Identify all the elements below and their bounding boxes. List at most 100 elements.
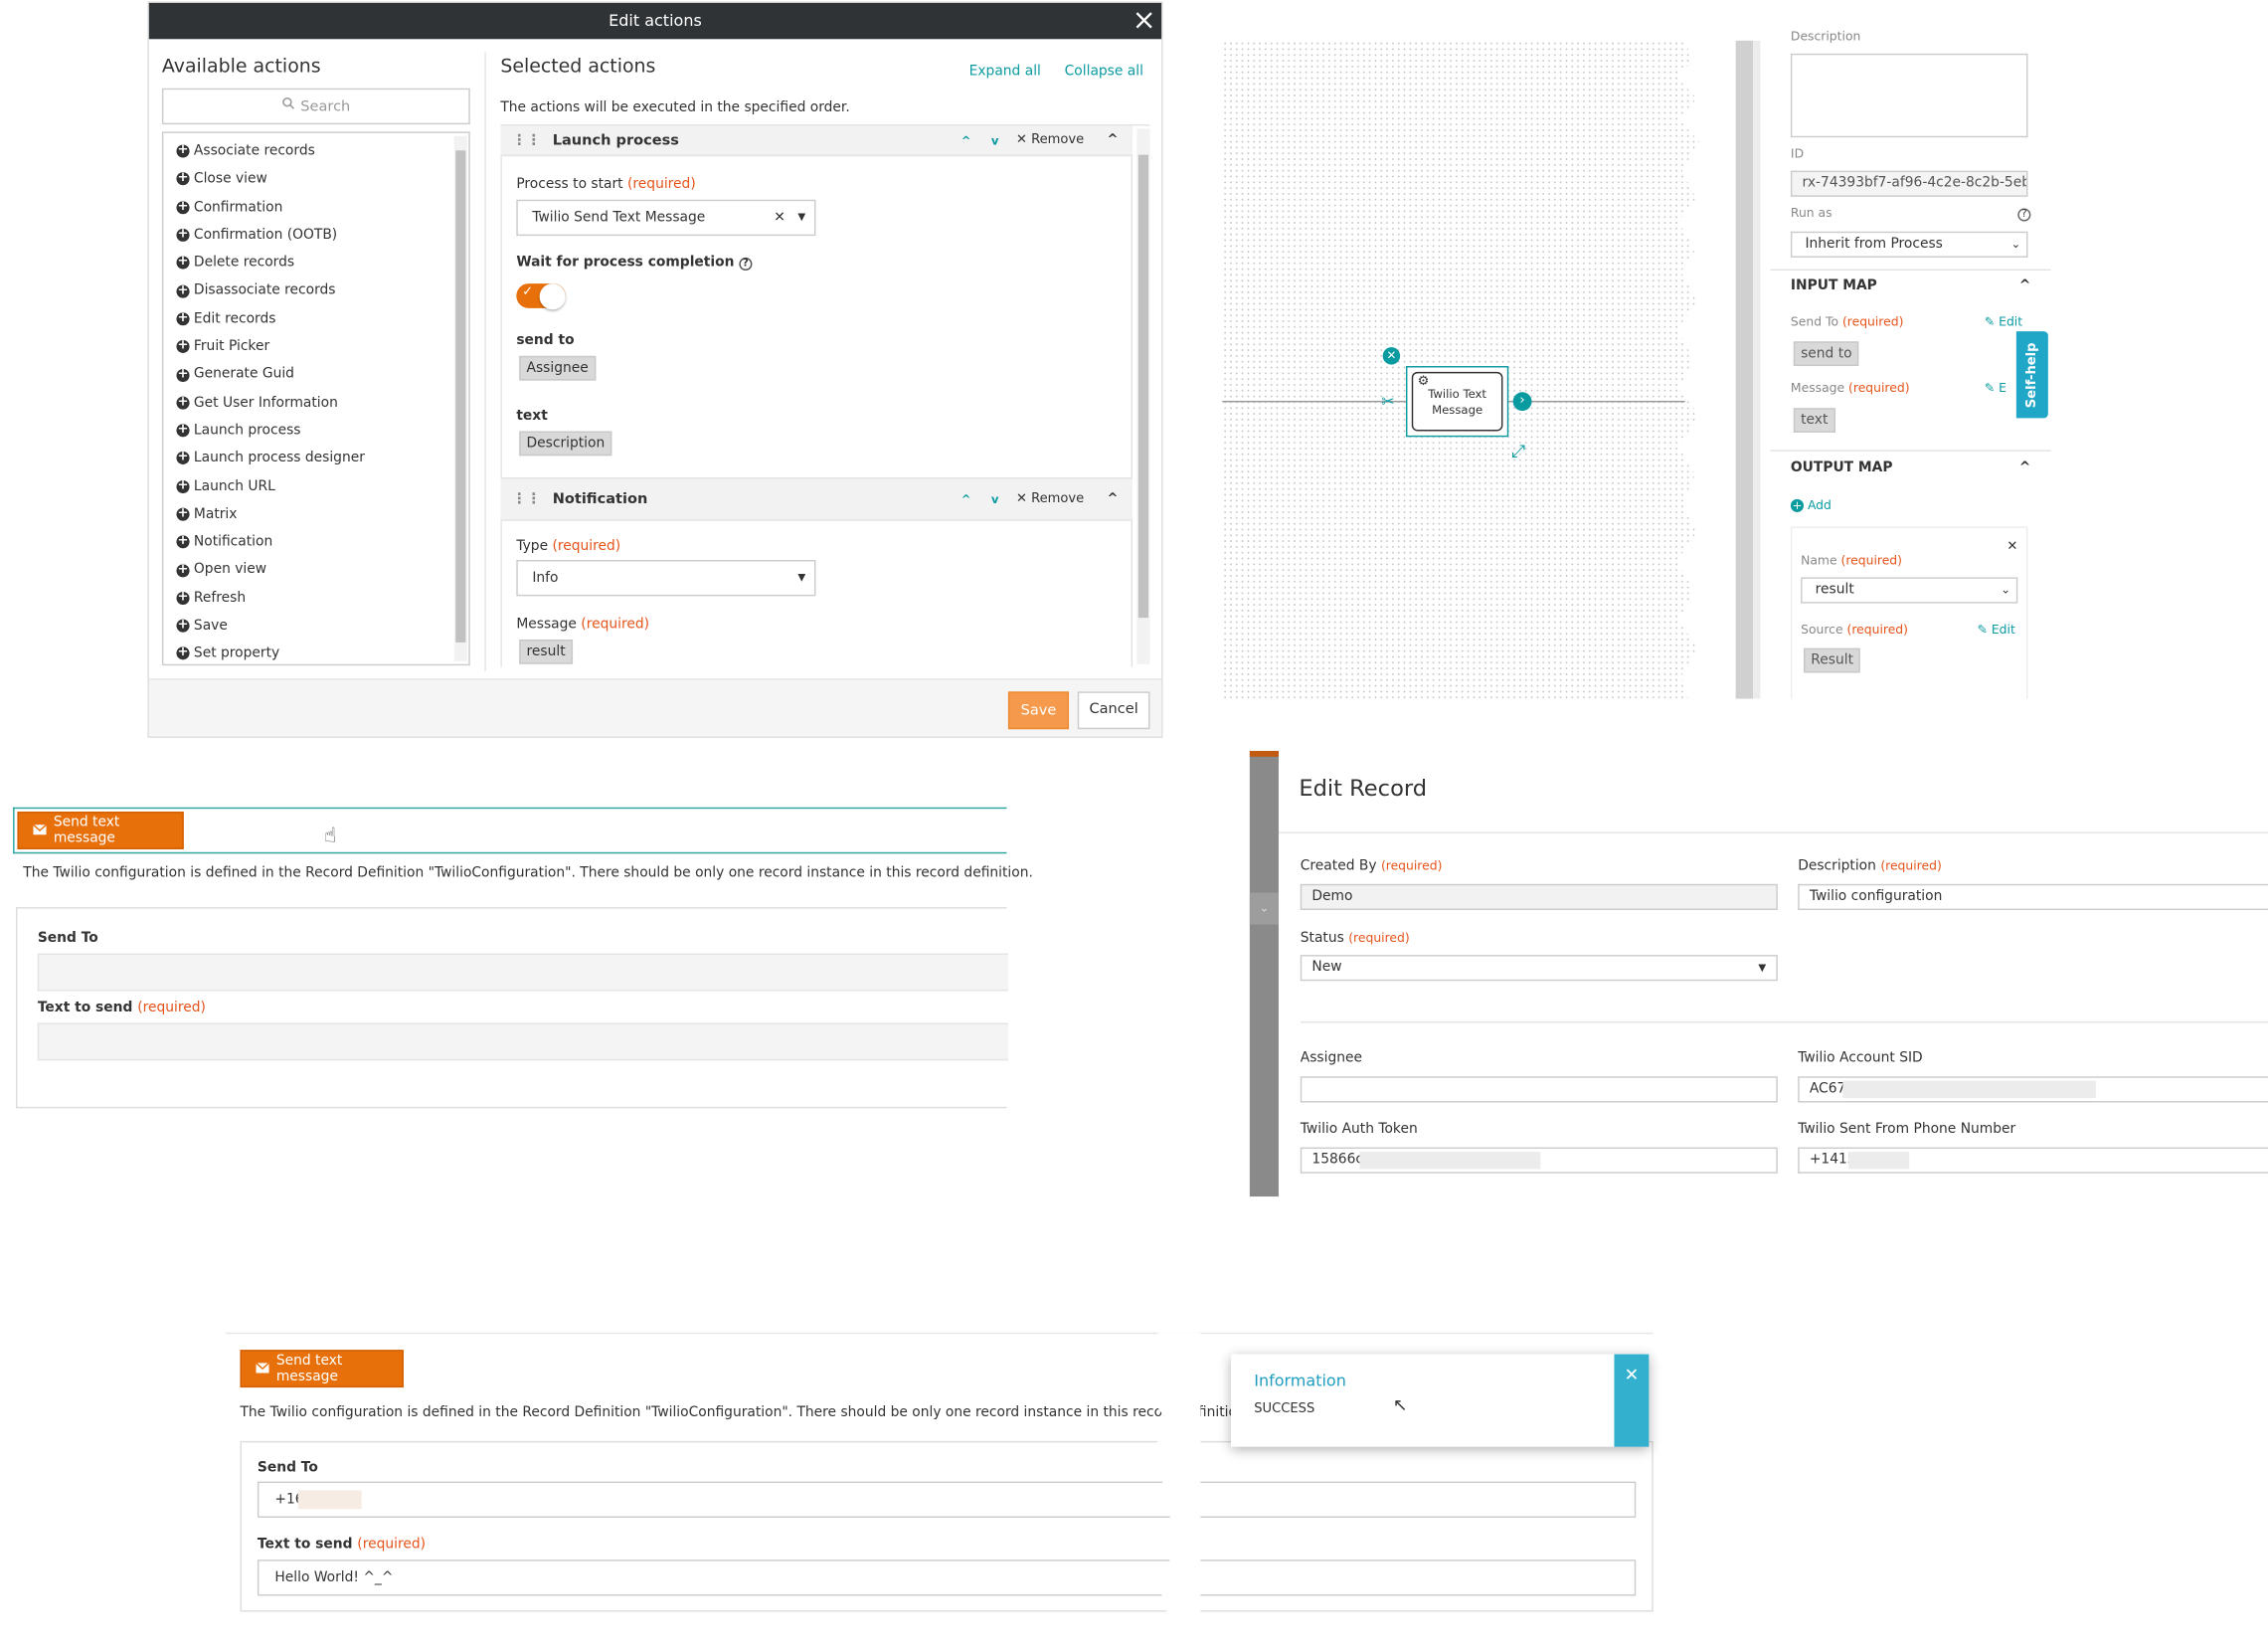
close-icon[interactable]: ✕ [1382,347,1401,365]
edit-link[interactable]: ✎ E [1985,382,2006,397]
send-text-message-button[interactable]: Send text message [240,1350,404,1388]
help-icon[interactable]: ? [739,257,753,272]
available-action-item[interactable]: + Open view [163,556,468,584]
collapse-icon[interactable]: ^ [1108,492,1119,507]
description-input[interactable] [1790,53,2028,138]
save-button[interactable]: Save [1007,691,1070,730]
send-to-input[interactable]: +16 [257,1481,1637,1518]
remove-button[interactable]: ✕ Remove [1016,492,1084,507]
launch-process-header[interactable]: ⋮⋮ Launch process ^ v ✕ Remove ^ [500,125,1134,157]
available-action-item[interactable]: + Delete records [163,249,468,276]
expand-icon[interactable]: ⤢ [1511,442,1525,463]
source-pill[interactable]: Result [1804,647,1861,673]
description-field[interactable]: Twilio configuration [1798,883,2268,911]
torn-edge [1152,1332,1201,1652]
action-label: Generate Guid [193,366,294,383]
id-field[interactable]: rx-74393bf7-af96-4c2e-8c2b-5ebt [1790,170,2028,197]
edit-link[interactable]: ✎ Edit [1978,624,2015,639]
drag-handle-icon[interactable]: ⋮⋮ [512,491,541,507]
edit-actions-dialog: Edit actions Available actions Search + A… [147,1,1163,738]
wait-toggle[interactable]: ✓ [516,283,566,310]
auth-token-field[interactable]: 15866c [1300,1147,1778,1174]
clear-icon[interactable]: ✕ [774,201,785,234]
edit-record-title: Edit Record [1299,775,1428,802]
action-label: Launch process [193,422,301,439]
add-button[interactable]: + Add [1790,498,1832,513]
send-to-pill[interactable]: Assignee [519,355,597,381]
close-icon[interactable]: ✕ [2006,540,2017,555]
source-label: Source (required) [1801,623,1908,639]
action-label: Edit records [193,310,276,327]
notification-header[interactable]: ⋮⋮ Notification ^ v ✕ Remove ^ [500,477,1134,521]
move-down-icon[interactable]: v [991,492,999,505]
available-action-item[interactable]: + Associate records [163,137,468,165]
collapse-icon[interactable]: ^ [1108,133,1119,148]
text-label: text [516,408,548,425]
text-to-send-input[interactable] [37,1022,1008,1061]
drag-handle-icon[interactable]: ⋮⋮ [512,132,541,148]
run-as-select[interactable]: Inherit from Process ⌄ [1790,231,2028,258]
send-to-input[interactable] [37,953,1008,992]
expand-all-link[interactable]: Expand all [969,64,1041,80]
available-action-item[interactable]: + Confirmation [163,193,468,221]
plus-circle-icon: + [176,534,190,549]
available-action-item[interactable]: + Disassociate records [163,277,468,305]
chevron-down-icon[interactable]: ▼ [797,561,805,594]
help-icon[interactable]: ? [2017,208,2031,222]
available-action-item[interactable]: + Launch URL [163,472,468,500]
available-action-item[interactable]: + Generate Guid [163,361,468,389]
twilio-process-node[interactable]: ⚙ Twilio Text Message [1405,366,1509,438]
available-action-item[interactable]: + Launch process designer [163,445,468,472]
input-map-header[interactable]: INPUT MAP ^ [1791,277,2030,293]
assignee-field[interactable] [1300,1076,1778,1103]
collapse-all-link[interactable]: Collapse all [1065,64,1143,80]
available-action-item[interactable]: + Matrix [163,500,468,528]
sid-field[interactable]: AC67 [1798,1076,2268,1103]
available-action-item[interactable]: + Save [163,612,468,640]
type-select[interactable]: Info ▼ [516,559,816,597]
scissors-icon[interactable]: ✂ [1381,392,1394,411]
move-down-icon[interactable]: v [991,134,999,147]
list-scrollbar[interactable] [453,135,467,661]
text-pill[interactable]: Description [519,431,612,457]
phone-field[interactable]: +1415 [1798,1147,2268,1174]
plus-circle-icon: + [176,590,190,605]
output-map-header[interactable]: OUTPUT MAP ^ [1791,460,2030,476]
move-up-icon[interactable]: ^ [961,134,971,147]
send-text-message-button[interactable]: Send text message [17,812,184,849]
available-action-item[interactable]: + Refresh [163,584,468,612]
available-action-item[interactable]: + Get User Information [163,389,468,417]
search-input[interactable]: Search [161,88,470,125]
message-pill[interactable]: result [519,639,573,664]
close-icon[interactable]: ✕ [1614,1354,1650,1447]
name-select[interactable]: result ⌄ [1801,577,2018,604]
redacted-block [297,1490,362,1510]
cancel-button[interactable]: Cancel [1077,691,1150,730]
text-to-send-input[interactable]: Hello World! ^_^ [257,1560,1637,1596]
type-label: Type (required) [516,538,621,555]
properties-panel: Description ID rx-74393bf7-af96-4c2e-8c2… [1770,31,2051,699]
remove-button[interactable]: ✕ Remove [1016,133,1084,148]
edit-link[interactable]: ✎ Edit [1985,315,2022,330]
send-to-pill[interactable]: send to [1793,341,1859,367]
self-help-tab[interactable]: Self-help [2015,331,2048,419]
available-action-item[interactable]: + Notification [163,528,468,556]
chevron-down-icon[interactable]: ▼ [797,201,805,234]
available-action-item[interactable]: + Edit records [163,305,468,333]
available-action-item[interactable]: + Confirmation (OOTB) [163,221,468,249]
available-action-item[interactable]: + Fruit Picker [163,333,468,361]
selected-scrollbar[interactable] [1136,128,1150,664]
available-action-item[interactable]: + Launch process [163,417,468,445]
plus-circle-icon: + [176,506,190,521]
message-pill[interactable]: text [1793,408,1835,433]
status-select[interactable]: New ▼ [1300,955,1778,982]
created-by-field[interactable]: Demo [1300,883,1778,911]
message-label: Message (required) [516,616,650,633]
process-to-start-select[interactable]: Twilio Send Text Message ✕ ▼ [516,199,816,237]
available-action-item[interactable]: + Close view [163,165,468,193]
move-up-icon[interactable]: ^ [961,492,971,505]
search-icon [281,90,294,122]
arrow-right-icon[interactable]: › [1512,392,1532,412]
available-action-item[interactable]: + Set property [163,640,468,663]
close-icon[interactable] [1133,9,1155,32]
